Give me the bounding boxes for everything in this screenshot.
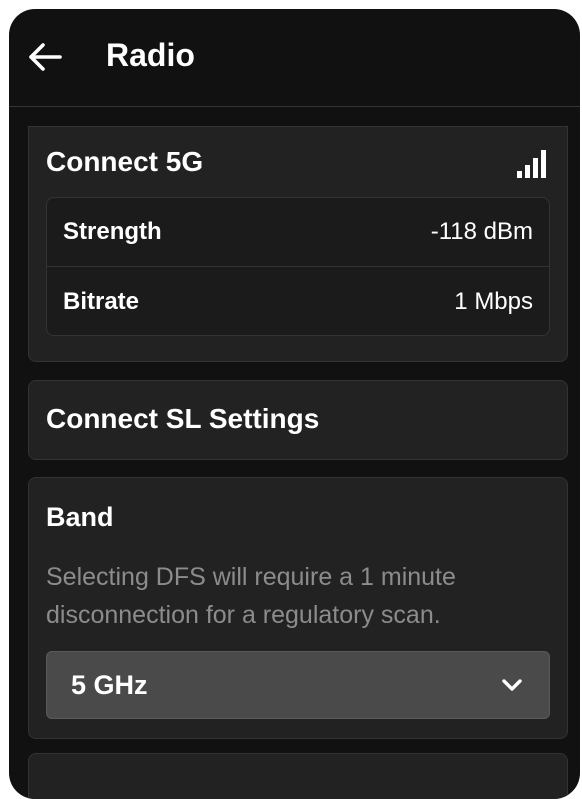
strength-label: Strength [63,218,162,245]
stat-row-bitrate: Bitrate 1 Mbps [47,267,549,336]
band-title: Band [46,502,114,532]
band-select[interactable]: 5 GHz [46,651,550,719]
next-card [28,753,568,799]
band-card: Band Selecting DFS will require a 1 minu… [28,477,568,739]
signal-bars-icon [517,150,546,178]
band-select-value: 5 GHz [71,670,148,700]
stat-row-strength: Strength -118 dBm [47,198,549,267]
connect-5g-title: Connect 5G [46,146,204,177]
connection-stats: Strength -118 dBm Bitrate 1 Mbps [46,197,550,336]
strength-value: -118 dBm [430,218,533,245]
top-bar: Radio [9,9,580,107]
chevron-down-icon [502,679,522,691]
back-button[interactable] [27,39,63,75]
connect-sl-settings-button[interactable]: Connect SL Settings [28,380,568,460]
app-frame: Radio Connect 5G Strength -118 dBm Bitra… [9,9,580,799]
page-title: Radio [106,37,195,73]
bitrate-value: 1 Mbps [454,287,533,315]
arrow-left-icon [29,43,62,71]
connect-5g-card: Connect 5G Strength -118 dBm Bitrate 1 M… [28,126,568,362]
bitrate-label: Bitrate [63,287,140,315]
connect-sl-settings-label: Connect SL Settings [46,403,320,434]
band-description: Selecting DFS will require a 1 minute di… [46,563,456,629]
